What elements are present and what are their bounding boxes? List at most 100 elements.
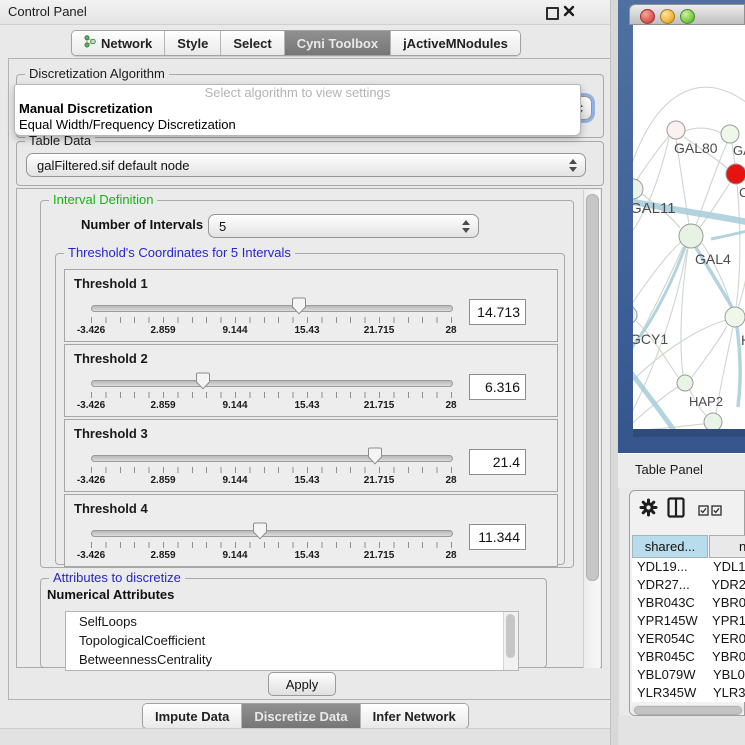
threshold-2-value-field[interactable] (469, 374, 526, 400)
cell-shared-name[interactable]: YBL079W (632, 666, 708, 684)
cell-name[interactable]: YDL1 (708, 558, 745, 576)
scrollbar-thumb[interactable] (506, 614, 515, 658)
slider-thumb[interactable] (195, 372, 211, 390)
algorithm-dropdown-popup: Select algorithm to view settings Manual… (14, 84, 581, 136)
minimize-traffic-light-icon[interactable] (660, 9, 675, 24)
table-row[interactable]: YBR043CYBR0 (632, 594, 745, 612)
cell-shared-name[interactable]: YDL19... (632, 558, 708, 576)
cell-shared-name[interactable]: YER054C (632, 630, 707, 648)
cell-shared-name[interactable]: YLR345W (632, 684, 708, 702)
network-edge[interactable] (692, 326, 727, 377)
table-settings-gear-icon[interactable] (639, 498, 658, 522)
cell-name[interactable]: YBR0 (707, 594, 745, 612)
threshold-1-slider[interactable]: -3.4262.8599.14415.4321.71528 (91, 296, 451, 340)
slider-track[interactable] (91, 455, 453, 462)
number-of-intervals-value: 5 (219, 219, 226, 234)
network-window-titlebar[interactable] (629, 4, 745, 25)
cell-name[interactable]: YDR2 (706, 576, 745, 594)
slider-track[interactable] (91, 530, 453, 537)
cell-name[interactable]: YER0 (707, 630, 745, 648)
slider-thumb[interactable] (252, 522, 268, 540)
network-edge-highlighted[interactable] (737, 327, 740, 407)
threshold-3-value-field[interactable] (469, 449, 526, 475)
node-gal80[interactable] (667, 121, 685, 139)
close-traffic-light-icon[interactable] (640, 9, 655, 24)
table-row[interactable]: YDR27...YDR2 (632, 576, 745, 594)
cell-shared-name[interactable]: YPR145W (632, 612, 707, 630)
number-of-intervals-combobox[interactable]: 5 (208, 214, 479, 238)
tab-impute-data[interactable]: Impute Data (143, 704, 242, 728)
scrollbar-thumb[interactable] (586, 194, 599, 581)
tab-discretize-data[interactable]: Discretize Data (242, 704, 360, 728)
tab-style[interactable]: Style (165, 31, 221, 55)
cell-name[interactable]: YBL0 (708, 666, 745, 684)
table-data-combobox[interactable]: galFiltered.sif default node (26, 153, 586, 177)
node-hap2[interactable] (677, 375, 693, 391)
scrollbar-thumb[interactable] (634, 706, 742, 715)
network-view-canvas[interactable]: GAL80GACGAL11GAL4GCY1HHAP2 (633, 25, 745, 429)
table-row[interactable]: YER054CYER0 (632, 630, 745, 648)
slider-track[interactable] (91, 380, 453, 387)
cell-shared-name[interactable]: YBR043C (632, 594, 707, 612)
slider-thumb[interactable] (367, 447, 383, 465)
numerical-attributes-label: Numerical Attributes (47, 587, 174, 602)
threshold-4-slider[interactable]: -3.4262.8599.14415.4321.71528 (91, 521, 451, 565)
column-header-name[interactable]: n (709, 535, 745, 558)
threshold-4-value-field[interactable] (469, 524, 526, 550)
attribute-list-item[interactable]: TopologicalCoefficient (66, 631, 518, 650)
attribute-list-item[interactable]: SelfLoops (66, 612, 518, 631)
table-row[interactable]: YDL19...YDL1 (632, 558, 745, 576)
cell-name[interactable]: YLR3 (708, 684, 745, 702)
tab-jactivemnodules[interactable]: jActiveMNodules (391, 31, 520, 55)
column-header-shared-name[interactable]: shared... (632, 535, 708, 558)
zoom-traffic-light-icon[interactable] (680, 9, 695, 24)
node-bottom[interactable] (704, 413, 722, 429)
attributes-list-scrollbar[interactable] (503, 612, 518, 670)
network-graph[interactable]: GAL80GACGAL11GAL4GCY1HHAP2 (633, 25, 745, 429)
node-label: H (741, 332, 745, 348)
dropdown-option-manual[interactable]: Manual Discretization (15, 101, 580, 117)
split-columns-icon[interactable] (667, 497, 685, 523)
network-edge[interactable] (636, 321, 678, 377)
float-window-icon[interactable] (546, 7, 559, 20)
apply-button[interactable]: Apply (268, 672, 336, 696)
settings-vertical-scrollbar[interactable] (583, 190, 600, 668)
network-edge[interactable] (681, 248, 688, 375)
numerical-attributes-list[interactable]: SelfLoopsTopologicalCoefficientBetweenne… (65, 611, 519, 671)
network-edge-highlighted[interactable] (633, 369, 676, 429)
application-window: Control Panel Network Style Select Cyni … (0, 0, 745, 745)
node-gal11[interactable] (633, 179, 643, 199)
cell-shared-name[interactable]: YDR27... (632, 576, 706, 594)
table-row[interactable]: YPR145WYPR1 (632, 612, 745, 630)
tab-select[interactable]: Select (221, 31, 284, 55)
node-table-rows[interactable]: YDL19...YDL1YDR27...YDR2YBR043CYBR0YPR14… (632, 558, 745, 702)
table-row[interactable]: YBL079WYBL0 (632, 666, 745, 684)
cell-name[interactable]: YBR0 (707, 648, 745, 666)
slider-track[interactable] (91, 305, 453, 312)
slider-thumb[interactable] (291, 297, 307, 315)
threshold-2-slider[interactable]: -3.4262.8599.14415.4321.71528 (91, 371, 451, 415)
cell-name[interactable]: YPR1 (707, 612, 745, 630)
dropdown-option-equal-width[interactable]: Equal Width/Frequency Discretization (15, 117, 580, 133)
node-label: GAL4 (695, 251, 731, 267)
node-top-right[interactable] (721, 125, 739, 143)
select-checkboxes-icon[interactable] (698, 503, 723, 521)
node-red-selected[interactable] (726, 164, 745, 184)
node-h[interactable] (725, 307, 745, 327)
threshold-3-slider[interactable]: -3.4262.8599.14415.4321.71528 (91, 446, 451, 490)
threshold-1-value-field[interactable] (469, 299, 526, 325)
tab-cyni-toolbox[interactable]: Cyni Toolbox (285, 31, 391, 55)
attribute-list-item[interactable]: BetweennessCentrality (66, 650, 518, 669)
tab-infer-network[interactable]: Infer Network (361, 704, 468, 728)
dropdown-prompt: Select algorithm to view settings (15, 85, 580, 101)
node-gal4[interactable] (679, 224, 703, 248)
tab-network[interactable]: Network (72, 31, 165, 55)
network-edge[interactable] (736, 184, 740, 307)
table-horizontal-scrollbar[interactable] (632, 705, 744, 714)
close-panel-icon[interactable] (562, 4, 576, 18)
cell-shared-name[interactable]: YBR045C (632, 648, 707, 666)
table-row[interactable]: YLR345WYLR3 (632, 684, 745, 702)
table-row[interactable]: YBR045CYBR0 (632, 648, 745, 666)
network-edge[interactable] (685, 128, 721, 133)
network-edge[interactable] (633, 320, 726, 385)
